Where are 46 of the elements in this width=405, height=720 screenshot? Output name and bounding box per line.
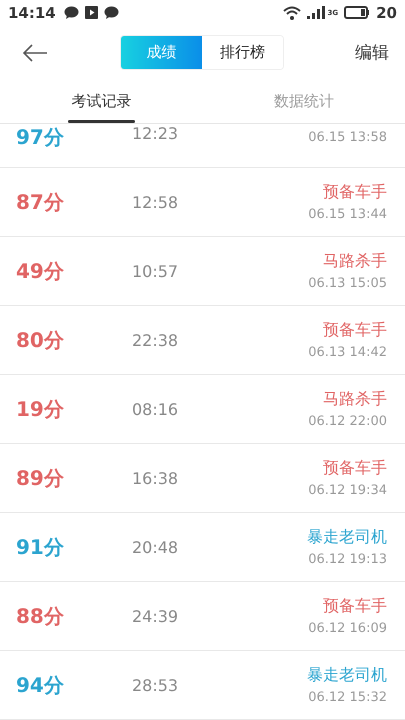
record-date: 06.12 15:32 (308, 690, 387, 705)
record-date: 06.12 19:34 (308, 483, 387, 498)
duration: 20:48 (132, 538, 180, 556)
duration: 28:53 (132, 676, 180, 694)
back-icon[interactable] (22, 44, 48, 62)
wifi-icon (282, 6, 300, 20)
duration: 08:16 (132, 400, 180, 418)
score: 89分 (16, 464, 65, 492)
record-date: 06.15 13:44 (308, 207, 387, 222)
record-date: 06.12 16:09 (308, 621, 387, 636)
rank-title: 预备车手 (323, 458, 387, 479)
rank-title: 预备车手 (323, 182, 387, 203)
duration: 12:58 (132, 192, 180, 212)
score: 88分 (16, 602, 65, 630)
rank-title: 预备车手 (323, 596, 387, 617)
play-icon (84, 6, 98, 19)
record-date: 06.13 15:05 (308, 276, 387, 291)
score: 87分 (16, 188, 65, 216)
record-date: 06.12 19:13 (308, 552, 387, 567)
score: 19分 (16, 396, 65, 422)
record-date: 06.15 13:58 (308, 130, 387, 145)
signal-icon (306, 6, 324, 19)
edit-button[interactable]: 编辑 (355, 41, 389, 64)
score: 94分 (16, 672, 65, 698)
chat-icon (64, 6, 79, 19)
duration: 12:23 (132, 124, 180, 143)
chat-icon (104, 6, 119, 19)
score: 49分 (16, 258, 65, 284)
duration: 24:39 (132, 606, 180, 626)
rank-title: 预备车手 (323, 320, 387, 341)
rank-title: 暴走老司机 (307, 665, 387, 686)
rank-title: 暴走老司机 (307, 527, 387, 548)
duration: 22:38 (132, 330, 180, 350)
tab[interactable]: 考试记录 (0, 80, 202, 123)
battery-level: 20 (376, 4, 397, 22)
status-time: 14:14 (8, 4, 56, 22)
rank-title: 马路杀手 (323, 251, 387, 272)
rank-title: 马路杀手 (323, 389, 387, 410)
record-date: 06.13 14:42 (308, 345, 387, 360)
duration: 10:57 (132, 262, 180, 280)
record-date: 06.12 22:00 (308, 414, 387, 429)
score: 91分 (16, 534, 65, 560)
score: 80分 (16, 326, 65, 354)
duration: 16:38 (132, 468, 180, 488)
score: 97分 (16, 124, 65, 151)
battery-icon (344, 6, 370, 19)
